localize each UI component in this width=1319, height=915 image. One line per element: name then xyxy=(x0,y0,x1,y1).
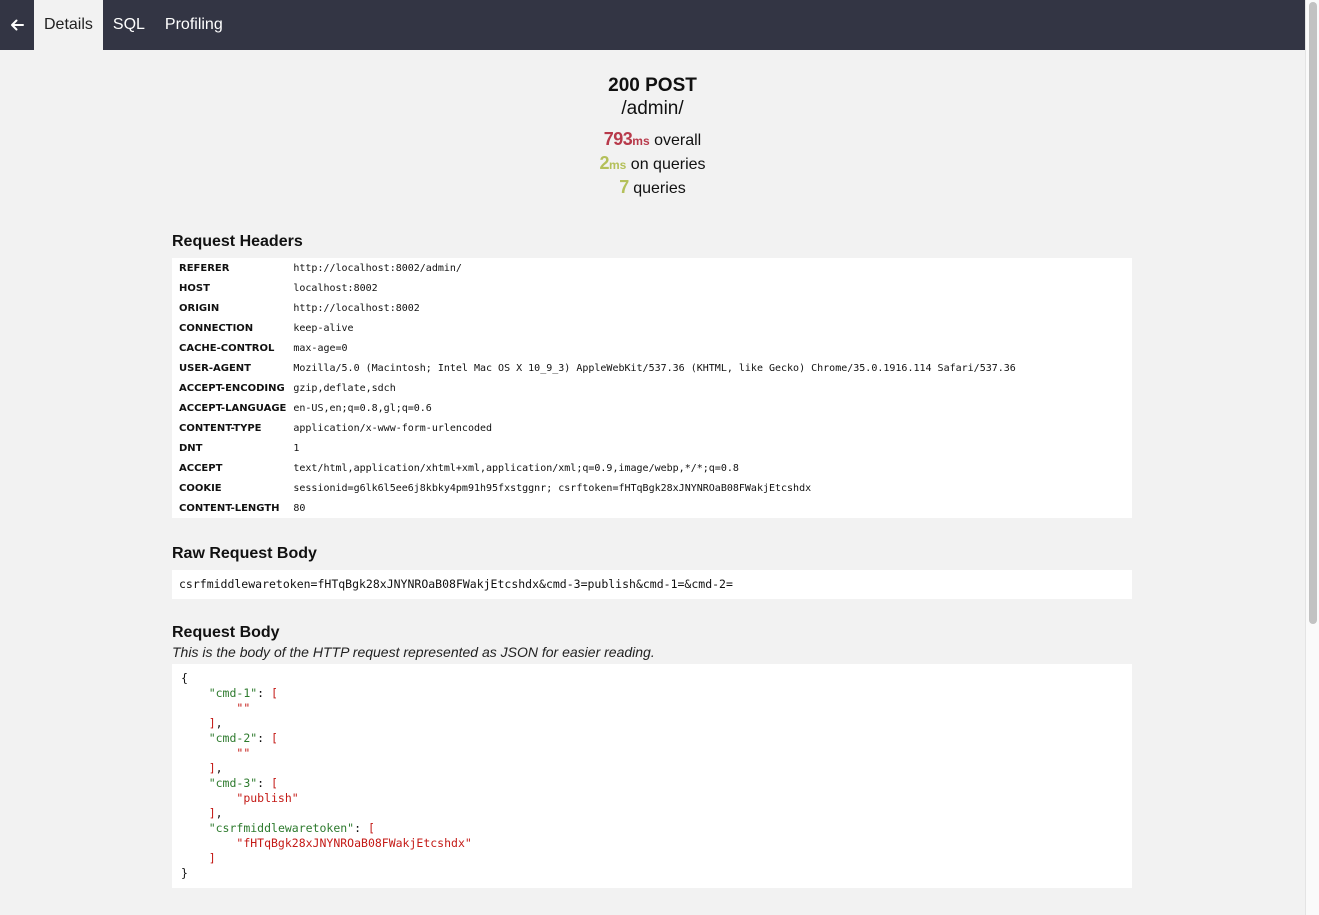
json-bracket: ] xyxy=(208,806,216,820)
header-value: localhost:8002 xyxy=(293,282,378,294)
header-value: 1 xyxy=(293,442,300,454)
scrollbar-thumb[interactable] xyxy=(1309,2,1317,624)
header-name: USER-AGENT xyxy=(179,362,251,374)
header-name: COOKIE xyxy=(179,482,222,494)
query-time-unit: ms xyxy=(609,158,627,172)
header-row: REFERER http://localhost:8002/admin/ xyxy=(172,258,1132,278)
status-method: 200 POST xyxy=(608,75,697,96)
header-row: DNT 1 xyxy=(172,438,1132,458)
json-key: "cmd-3" xyxy=(208,776,258,790)
request-summary: 200 POST /admin/ 793ms overall 2ms on qu… xyxy=(0,74,1305,200)
request-headers-panel: REFERER http://localhost:8002/admin/HOST l… xyxy=(172,258,1132,518)
header-name: CONNECTION xyxy=(179,322,254,334)
header-row: CONNECTION keep-alive xyxy=(172,318,1132,338)
overall-time-label: overall xyxy=(654,132,702,149)
json-key: "cmd-1" xyxy=(208,686,258,700)
overall-time-unit: ms xyxy=(632,134,650,148)
json-bracket: ] xyxy=(208,716,216,730)
request-body-note: This is the body of the HTTP request rep… xyxy=(172,644,655,660)
header-value: text/html,application/xhtml+xml,applicat… xyxy=(293,462,739,474)
request-body-panel: { "cmd-1": [ "" ], "cmd-2": [ "" ], "cmd… xyxy=(172,664,1132,888)
header-value: en-US,en;q=0.8,gl;q=0.6 xyxy=(293,402,432,414)
header-value: keep-alive xyxy=(293,322,354,334)
header-value: http://localhost:8002/admin/ xyxy=(293,262,462,274)
json-value: "publish" xyxy=(236,791,299,805)
header-value: sessionid=g6lk6l5ee6j8kbky4pm91h95fxstgg… xyxy=(293,482,812,494)
header-name: REFERER xyxy=(179,262,230,274)
header-row: ACCEPT-LANGUAGE en-US,en;q=0.8,gl;q=0.6 xyxy=(172,398,1132,418)
header-name: ACCEPT xyxy=(179,462,223,474)
json-bracket: [ xyxy=(271,776,278,790)
json-bracket: [ xyxy=(271,731,278,745)
json-bracket: ] xyxy=(208,851,216,865)
header-name: ORIGIN xyxy=(179,302,220,314)
query-time-value: 2 xyxy=(599,153,609,173)
top-nav-bar: Details SQL Profiling xyxy=(0,0,1305,50)
header-name: CACHE-CONTROL xyxy=(179,342,275,354)
query-count-label: queries xyxy=(633,180,686,197)
header-row: CONTENT-TYPE application/x-www-form-urlen… xyxy=(172,418,1132,438)
header-value: gzip,deflate,sdch xyxy=(293,382,396,394)
header-row: HOST localhost:8002 xyxy=(172,278,1132,298)
back-button[interactable] xyxy=(0,0,34,50)
header-row: USER-AGENT Mozilla/5.0 (Macintosh; Intel … xyxy=(172,358,1132,378)
request-body-section: Request Body This is the body of the HTT… xyxy=(172,623,1132,888)
header-name: HOST xyxy=(179,282,210,294)
json-key: "csrfmiddlewaretoken" xyxy=(208,821,355,835)
overall-time-value: 793 xyxy=(603,129,633,149)
tab-sql[interactable]: SQL xyxy=(103,0,155,50)
header-row: CACHE-CONTROL max-age=0 xyxy=(172,338,1132,358)
request-headers-section: Request Headers REFERER http://localhost:… xyxy=(172,232,1132,518)
header-row: ACCEPT-ENCODING gzip,deflate,sdch xyxy=(172,378,1132,398)
tab-details[interactable]: Details xyxy=(34,0,103,50)
header-name: ACCEPT-LANGUAGE xyxy=(179,402,287,414)
json-bracket: [ xyxy=(367,821,375,835)
header-name: CONTENT-LENGTH xyxy=(179,502,280,514)
header-value: http://localhost:8002 xyxy=(293,302,420,314)
header-value: application/x-www-form-urlencoded xyxy=(293,422,493,434)
query-time-label: on queries xyxy=(630,156,706,173)
json-value: "fHTqBgk28xJNYNROaB08FWakjEtcshdx" xyxy=(236,836,472,850)
overall-time-metric: 793ms overall xyxy=(0,128,1305,152)
header-row: ORIGIN http://localhost:8002 xyxy=(172,298,1132,318)
json-bracket: [ xyxy=(271,686,278,700)
header-name: DNT xyxy=(179,442,203,454)
query-count-value: 7 xyxy=(619,177,629,197)
header-row: CONTENT-LENGTH 80 xyxy=(172,498,1132,518)
header-value: 80 xyxy=(293,502,306,514)
header-row: ACCEPT text/html,application/xhtml+xml,ap… xyxy=(172,458,1132,478)
header-name: CONTENT-TYPE xyxy=(179,422,262,434)
request-headers-table: REFERER http://localhost:8002/admin/HOST l… xyxy=(172,258,1132,518)
request-path: /admin/ xyxy=(621,98,684,119)
tab-profiling[interactable]: Profiling xyxy=(155,0,233,50)
request-body-title: Request Body xyxy=(172,624,280,641)
raw-body-content: csrfmiddlewaretoken=fHTqBgk28xJNYNROaB08… xyxy=(172,570,1132,599)
query-count-metric: 7 queries xyxy=(0,176,1305,200)
json-key: "cmd-2" xyxy=(208,731,258,745)
header-value: max-age=0 xyxy=(293,342,348,354)
raw-body-section: Raw Request Body csrfmiddlewaretoken=fHT… xyxy=(172,544,1132,599)
page-scrollbar[interactable] xyxy=(1305,0,1319,915)
request-headers-title: Request Headers xyxy=(172,233,303,250)
header-name: ACCEPT-ENCODING xyxy=(179,382,285,394)
header-row: COOKIE sessionid=g6lk6l5ee6j8kbky4pm91h95… xyxy=(172,478,1132,498)
header-value: Mozilla/5.0 (Macintosh; Intel Mac OS X 1… xyxy=(293,362,1016,374)
query-time-metric: 2ms on queries xyxy=(0,152,1305,176)
arrow-left-icon xyxy=(10,19,24,31)
request-body-json: { "cmd-1": [ "" ], "cmd-2": [ "" ], "cmd… xyxy=(181,671,472,880)
json-value: "" xyxy=(236,746,251,760)
raw-body-title: Raw Request Body xyxy=(172,545,317,562)
json-value: "" xyxy=(236,701,251,715)
json-bracket: ] xyxy=(208,761,216,775)
